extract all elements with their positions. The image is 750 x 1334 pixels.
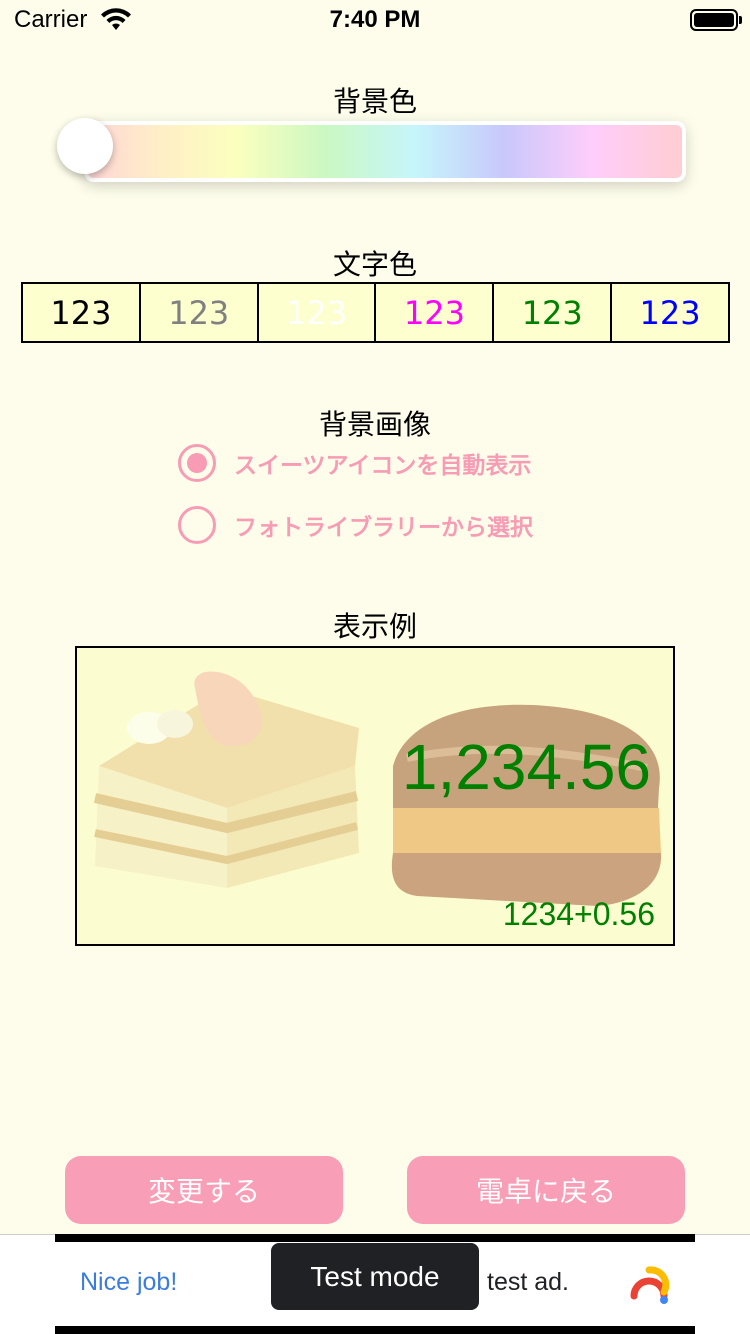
radio-option-photo-library[interactable]: フォトライブラリーから選択	[178, 506, 533, 544]
preview-sub-value: 1234+0.56	[502, 896, 655, 932]
background-color-title: 背景色	[332, 85, 417, 118]
preview-main-value: 1,234.56	[401, 731, 651, 803]
battery-icon	[690, 9, 742, 31]
preview-title: 表示例	[332, 610, 417, 643]
radio-button-checked[interactable]	[178, 444, 216, 482]
text-color-title: 文字色	[332, 248, 417, 281]
radio-button-unchecked[interactable]	[178, 506, 216, 544]
radio-option-sweets-icon[interactable]: スイーツアイコンを自動表示	[178, 444, 531, 482]
ad-text: test ad.	[487, 1268, 569, 1296]
radio-label: スイーツアイコンを自動表示	[234, 453, 532, 479]
text-color-option-white[interactable]: 123	[259, 284, 377, 341]
background-image-title: 背景画像	[318, 408, 431, 441]
hue-slider-thumb[interactable]	[57, 118, 113, 174]
ad-title: Nice job!	[80, 1268, 178, 1296]
change-button[interactable]: 変更する	[65, 1156, 343, 1224]
status-bar: Carrier 7:40 PM	[0, 0, 750, 40]
text-color-option-blue[interactable]: 123	[612, 284, 728, 341]
admob-logo-icon	[630, 1266, 670, 1304]
clock: 7:40 PM	[329, 6, 421, 33]
back-to-calculator-button[interactable]: 電卓に戻る	[407, 1156, 685, 1224]
text-color-option-gray[interactable]: 123	[141, 284, 259, 341]
radio-label: フォトライブラリーから選択	[234, 515, 533, 541]
text-color-picker: 123 123 123 123 123 123	[21, 282, 730, 343]
text-color-option-magenta[interactable]: 123	[376, 284, 495, 341]
text-color-option-green[interactable]: 123	[494, 284, 613, 341]
text-color-option-black[interactable]: 123	[23, 284, 141, 341]
preview-box: 1,234.56 1234+0.56	[75, 646, 675, 946]
test-mode-toast: Test mode	[271, 1243, 479, 1310]
hue-slider-track[interactable]	[84, 121, 686, 182]
